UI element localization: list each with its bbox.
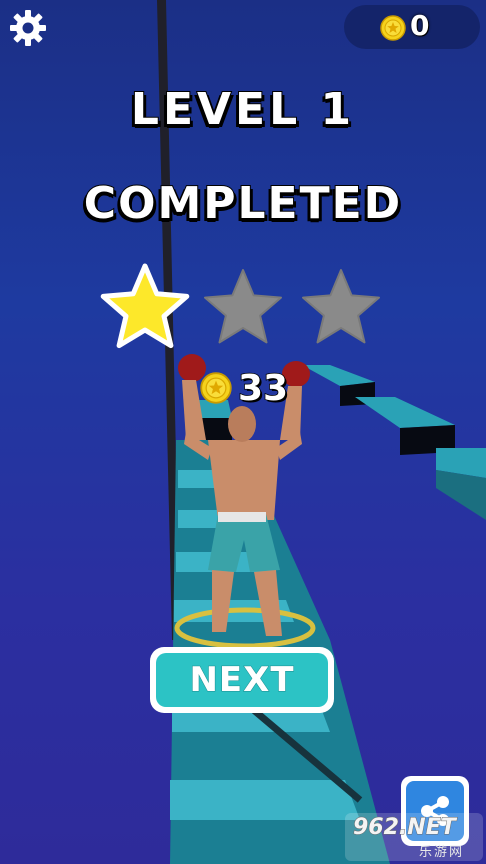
- coin-icon: [200, 372, 232, 404]
- watermark: 962.NET 乐游网: [345, 813, 483, 861]
- next-button-label: NEXT: [189, 660, 295, 701]
- completed-title: COMPLETED: [83, 177, 403, 230]
- watermark-subtext: 乐游网: [419, 845, 465, 860]
- next-button-face[interactable]: NEXT: [156, 653, 328, 707]
- settings-button[interactable]: [6, 6, 50, 50]
- star-empty-icon: [302, 269, 380, 344]
- coin-icon: [380, 15, 406, 41]
- reward-amount: 33: [200, 366, 289, 410]
- star-earned-icon: [100, 263, 190, 349]
- level-title: LEVEL 1: [130, 83, 356, 136]
- coin-count: 0: [410, 9, 430, 42]
- watermark-text: 962.NET: [353, 815, 457, 841]
- star-rating: [100, 263, 380, 349]
- coin-counter: 0: [344, 5, 480, 49]
- gear-icon: [10, 10, 46, 46]
- star-empty-icon: [204, 269, 282, 344]
- reward-count: 33: [237, 367, 289, 410]
- next-button[interactable]: NEXT: [150, 647, 334, 713]
